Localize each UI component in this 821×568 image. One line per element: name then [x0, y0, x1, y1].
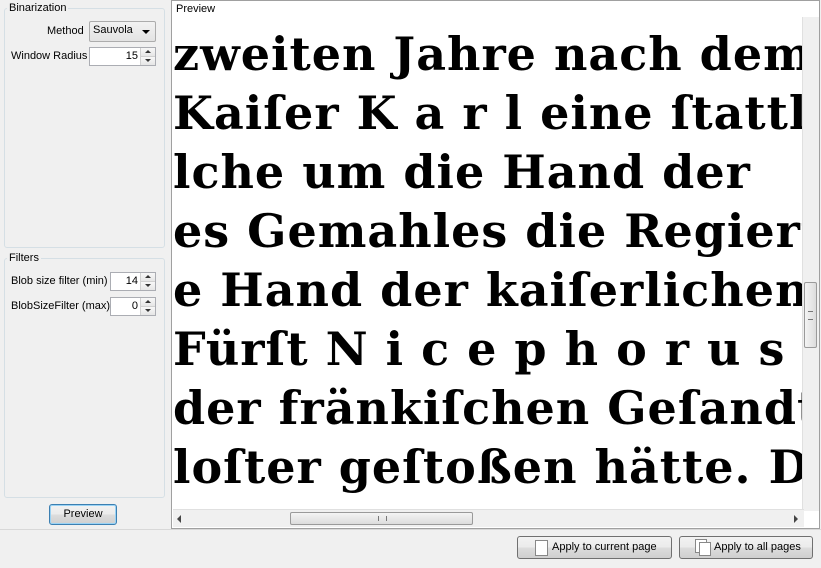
method-select[interactable]: Sauvola [89, 21, 156, 42]
document-line: Kaiſer K a r l eine ſtattlich [173, 86, 804, 140]
preview-button[interactable]: Preview [49, 504, 117, 525]
spin-up-button[interactable] [141, 273, 155, 282]
horizontal-scrollbar[interactable] [173, 509, 804, 527]
arrow-up-icon [145, 275, 151, 278]
document-line: lche um die Hand der [173, 145, 751, 199]
spin-up-button[interactable] [141, 48, 155, 57]
blob-min-label: Blob size filter (min) [11, 275, 108, 287]
grip-icon [378, 516, 387, 521]
page-icon [535, 540, 548, 556]
scroll-thumb-vertical[interactable] [804, 282, 817, 348]
vertical-scrollbar[interactable] [802, 17, 819, 511]
scroll-left-arrow-icon[interactable] [177, 515, 181, 523]
apply-all-pages-label: Apply to all pages [714, 541, 801, 553]
spin-buttons [140, 273, 155, 290]
blob-max-spinbox[interactable]: 0 [110, 297, 156, 316]
binarization-title: Binarization [7, 2, 69, 14]
window-radius-value: 15 [125, 50, 138, 62]
blob-min-spinbox[interactable]: 14 [110, 272, 156, 291]
arrow-down-icon [145, 308, 151, 312]
grip-icon [808, 311, 813, 320]
blob-max-value: 0 [131, 300, 138, 312]
spin-buttons [140, 298, 155, 315]
filters-title: Filters [7, 252, 41, 264]
spin-down-button[interactable] [141, 56, 155, 65]
document-line: Fürſt N i c e p h o r u s [173, 322, 786, 376]
document-line: loſter geſtoßen hätte. Die [173, 440, 804, 494]
arrow-up-icon [145, 300, 151, 303]
document-line: der fränkiſchen Geſandt [173, 381, 804, 435]
spin-down-button[interactable] [141, 306, 155, 315]
scroll-thumb-horizontal[interactable] [290, 512, 473, 525]
spin-down-button[interactable] [141, 281, 155, 290]
apply-all-pages-button[interactable]: Apply to all pages [679, 536, 813, 559]
apply-current-page-button[interactable]: Apply to current page [517, 536, 672, 559]
arrow-up-icon [145, 50, 151, 53]
method-label: Method [47, 25, 84, 37]
blob-max-label: BlobSizeFilter (max) [11, 300, 111, 312]
preview-panel: Preview zweiten Jahre nach dem J Kaiſer … [171, 0, 820, 529]
document-line: zweiten Jahre nach dem J [173, 27, 804, 81]
scroll-right-arrow-icon[interactable] [794, 515, 798, 523]
method-select-value: Sauvola [93, 24, 133, 36]
window-radius-spinbox[interactable]: 15 [89, 47, 156, 66]
document-line: es Gemahles die Regierun [173, 204, 804, 258]
filters-group [4, 258, 165, 498]
spin-buttons [140, 48, 155, 65]
window-radius-label: Window Radius [11, 50, 88, 62]
document-preview-image[interactable]: zweiten Jahre nach dem J Kaiſer K a r l … [173, 17, 804, 511]
binarization-group [4, 8, 165, 248]
arrow-down-icon [145, 283, 151, 287]
blob-min-value: 14 [125, 275, 138, 287]
spin-up-button[interactable] [141, 298, 155, 307]
document-line: e Hand der kaiſerlichen V [173, 263, 804, 317]
arrow-down-icon [145, 58, 151, 62]
chevron-down-icon [142, 30, 150, 34]
pages-icon-front [699, 542, 711, 556]
preview-title: Preview [176, 3, 216, 15]
apply-current-page-label: Apply to current page [552, 541, 657, 553]
